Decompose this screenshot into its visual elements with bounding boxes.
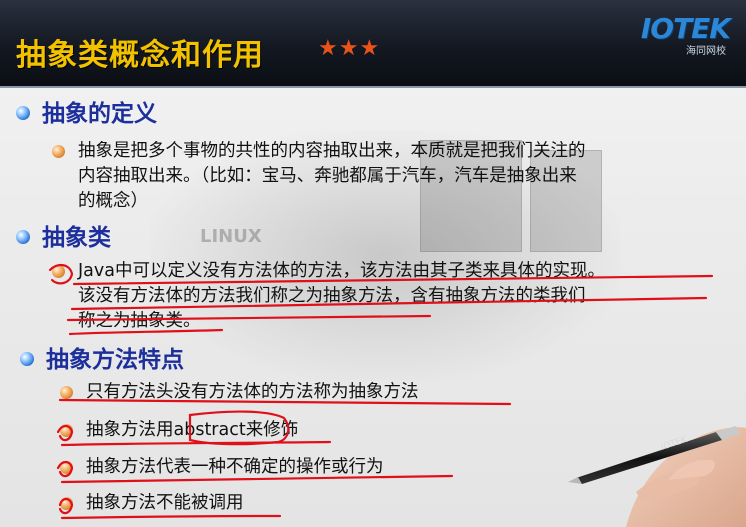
background-watermark: LINUX xyxy=(200,226,262,247)
section-heading-text: 抽象的定义 xyxy=(42,101,157,127)
orange-bullet-icon xyxy=(60,497,73,510)
section-heading-text: 抽象方法特点 xyxy=(46,347,184,373)
slide-title: 抽象类概念和作用 xyxy=(16,38,264,73)
item-text-line: Java中可以定义没有方法体的方法，该方法由其子类来具体的实现。 xyxy=(78,261,605,281)
item-text-line: 的概念） xyxy=(78,191,148,211)
orange-bullet-icon xyxy=(60,424,73,437)
item-text-line: 只有方法头没有方法体的方法称为抽象方法 xyxy=(86,382,419,402)
logo-subtitle: 海同网校 xyxy=(686,46,726,57)
item-text-line: 抽象方法不能被调用 xyxy=(86,493,244,513)
item-text-line: 抽象是把多个事物的共性的内容抽取出来，本质就是把我们关注的 xyxy=(78,141,586,161)
section-heading-text: 抽象类 xyxy=(42,225,111,251)
ink-underline-stroke xyxy=(60,514,282,520)
item-text-line: 该没有方法体的方法我们称之为抽象方法，含有抽象方法的类我们 xyxy=(78,286,586,306)
orange-bullet-icon xyxy=(52,145,65,158)
rating-stars: ★★★ xyxy=(318,36,381,61)
list-item: 抽象方法代表一种不确定的操作或行为 xyxy=(60,455,384,480)
orange-bullet-icon xyxy=(60,386,73,399)
item-text-line: 抽象方法代表一种不确定的操作或行为 xyxy=(86,457,384,477)
header-bar: 抽象类概念和作用 ★★★ IOTEK 海同网校 xyxy=(0,0,746,88)
logo-text: IOTEK xyxy=(640,12,731,45)
orange-bullet-icon xyxy=(52,265,65,278)
list-item: Java中可以定义没有方法体的方法，该方法由其子类来具体的实现。 该没有方法体的… xyxy=(52,259,605,334)
blue-bullet-icon xyxy=(16,229,30,244)
blue-bullet-icon xyxy=(20,351,34,366)
list-item: 抽象方法不能被调用 xyxy=(60,491,244,516)
section-heading-abstract-method-features: 抽象方法特点 xyxy=(20,340,184,374)
item-text-line: 抽象方法用abstract来修饰 xyxy=(86,420,299,440)
item-text-line: 称之为抽象类。 xyxy=(78,311,201,331)
list-item: 抽象方法用abstract来修饰 xyxy=(60,418,299,443)
section-heading-abstract-class: 抽象类 xyxy=(16,218,111,252)
orange-bullet-icon xyxy=(60,461,73,474)
item-text-line: 内容抽取出来。（比如：宝马、奔驰都属于汽车，汽车是抽象出来 xyxy=(78,166,577,186)
hand-with-pen-icon: IOTEK xyxy=(568,426,746,527)
blue-bullet-icon xyxy=(16,105,30,120)
iotek-logo: IOTEK 海同网校 xyxy=(630,12,731,57)
list-item: 只有方法头没有方法体的方法称为抽象方法 xyxy=(60,380,419,405)
section-heading-abstract-definition: 抽象的定义 xyxy=(16,94,157,128)
list-item: 抽象是把多个事物的共性的内容抽取出来，本质就是把我们关注的 内容抽取出来。（比如… xyxy=(52,139,586,214)
